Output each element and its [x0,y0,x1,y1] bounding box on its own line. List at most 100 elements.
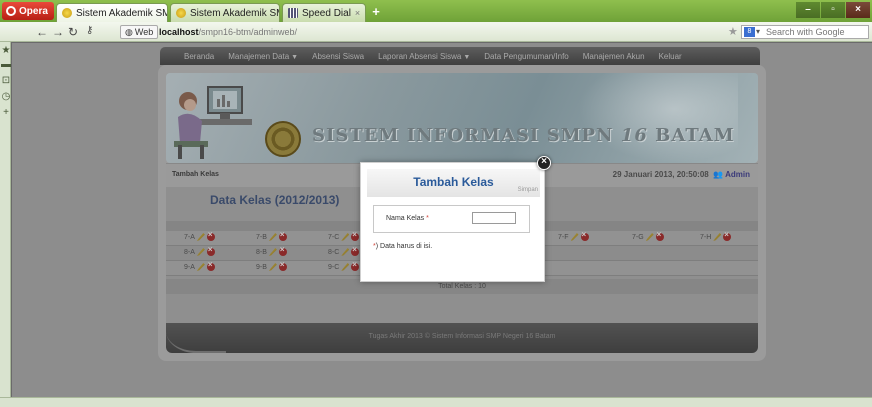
delete-icon[interactable] [655,230,664,241]
class-label: 7-H [700,233,712,241]
breadcrumb: Tambah Kelas [172,171,219,178]
delete-icon[interactable] [351,260,360,271]
menu-item-manajemen-akun[interactable]: Manajemen Akun [583,52,645,61]
close-window-button[interactable]: × [846,2,870,18]
class-item: 7-G [632,230,664,241]
edit-icon[interactable] [645,233,654,241]
edit-icon[interactable] [341,233,350,241]
edit-icon[interactable] [268,233,277,241]
delete-icon[interactable] [723,230,732,241]
minimize-button[interactable]: – [796,2,820,18]
new-tab-button[interactable]: + [368,5,384,19]
class-label: 7-C [328,233,340,241]
tab-sistem-akademik-2[interactable]: Sistem Akademik SMP... × [170,3,280,22]
browser-statusbar [0,397,872,407]
class-name-input[interactable] [472,212,516,224]
required-note: *) Data harus di isi. [373,243,432,250]
class-item: 7-H [700,230,732,241]
class-form: Nama Kelas * [373,205,530,233]
edit-icon[interactable] [196,263,205,271]
tab-label: Sistem Akademik SMP... [190,7,279,19]
class-name-label: Nama Kelas * [386,215,429,222]
edit-icon[interactable] [713,233,722,241]
speed-dial-icon [288,8,298,18]
url-path: /smpn16-btm/adminweb/ [198,27,298,37]
chevron-down-icon[interactable]: ▾ [756,26,760,38]
delete-icon[interactable] [206,245,215,256]
class-label: 8-C [328,248,340,256]
maximize-button[interactable]: ▫ [821,2,845,18]
panels-icon[interactable]: ⊡ [1,76,11,86]
tab-close-icon[interactable]: × [355,8,360,18]
edit-icon[interactable] [268,263,277,271]
back-arrow-icon[interactable]: ← [36,25,48,39]
delete-icon[interactable] [351,245,360,256]
delete-icon[interactable] [206,230,215,241]
browser-sidebar: ★ ▬ ⊡ ◷ + [0,42,11,397]
bookmarks-star-icon[interactable]: ★ [1,46,11,56]
edit-icon[interactable] [196,233,205,241]
edit-icon[interactable] [268,248,277,256]
tab-sistem-akademik-1[interactable]: Sistem Akademik SMP... × [56,3,168,22]
menu-item-laporan-absensi[interactable]: Laporan Absensi Siswa ▼ [378,52,470,61]
delete-icon[interactable] [580,230,589,241]
opera-menu-button[interactable]: Opera [2,2,54,20]
edit-icon[interactable] [570,233,579,241]
delete-icon[interactable] [278,245,287,256]
site-header-banner: SISTEM INFORMASI SMPN 16 BATAM [166,73,758,163]
class-label: 9-B [256,263,267,271]
bookmark-star-icon[interactable]: ★ [728,25,738,38]
site-title-city: BATAM [655,125,735,146]
field-label-text: Nama Kelas [386,215,425,222]
menu-item-data-pengumuman[interactable]: Data Pengumuman/Info [484,52,569,61]
add-panel-icon[interactable]: + [1,108,11,118]
google-icon: 8 [744,27,755,37]
required-note-text: ) Data harus di isi. [375,243,433,250]
menu-item-beranda[interactable]: Beranda [184,52,214,61]
edit-icon[interactable] [341,248,350,256]
class-item: 8-B [256,245,287,256]
modal-header: Tambah Kelas Simpan [367,169,540,197]
delete-icon[interactable] [278,260,287,271]
site-title-text: SISTEM INFORMASI SMPN [312,125,614,146]
menu-item-label: Manajemen Data [228,51,290,61]
web-badge[interactable]: ◍ Web [120,25,159,39]
class-label: 8-A [184,248,195,256]
user-icon: 👥 [710,170,724,179]
site-title: SISTEM INFORMASI SMPN 16 BATAM [312,125,735,146]
key-icon[interactable]: ⚷ [86,25,93,36]
delete-icon[interactable] [206,260,215,271]
class-label: 7-B [256,233,267,241]
chevron-down-icon: ▼ [463,53,471,61]
class-item: 8-A [184,245,215,256]
history-clock-icon[interactable]: ◷ [1,92,11,102]
opera-logo-icon [6,6,16,16]
class-item: 7-B [256,230,287,241]
save-button[interactable]: Simpan [518,187,538,193]
menu-item-absensi-siswa[interactable]: Absensi Siswa [312,52,364,61]
student-computer-illustration [174,86,252,159]
tab-label: Sistem Akademik SMP... [76,7,167,19]
modal-title: Tambah Kelas [413,175,494,189]
window-controls: – ▫ × [796,2,870,18]
page-title: Data Kelas (2012/2013) [210,193,340,207]
delete-icon[interactable] [278,230,287,241]
address-bar: ← → ↻ ⚷ ◍ Web localhost/smpn16-btm/admin… [0,22,872,42]
tab-label: Speed Dial [302,7,351,19]
site-title-number: 16 [620,125,648,146]
tab-speed-dial[interactable]: Speed Dial × [282,3,366,22]
delete-icon[interactable] [351,230,360,241]
class-item: 7-C [328,230,360,241]
user-name[interactable]: Admin [725,170,750,179]
edit-icon[interactable] [196,248,205,256]
close-icon[interactable]: × [537,156,551,170]
edit-icon[interactable] [341,263,350,271]
menu-item-keluar[interactable]: Keluar [659,52,682,61]
search-input[interactable]: 8 ▾ Search with Google [741,25,869,39]
reload-icon[interactable]: ↻ [68,25,78,39]
url-field[interactable]: localhost/smpn16-btm/adminweb/ [159,25,719,39]
forward-arrow-icon[interactable]: → [52,25,64,39]
menu-item-manajemen-data[interactable]: Manajemen Data ▼ [228,52,298,61]
class-item: 7-F [558,230,589,241]
mail-icon[interactable]: ▬ [1,60,11,70]
